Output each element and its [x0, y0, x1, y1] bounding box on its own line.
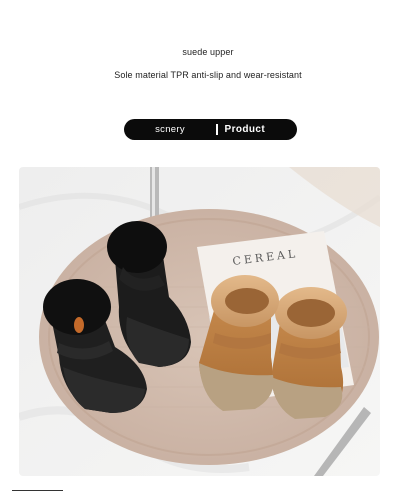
tab-scenery[interactable]: scnery — [124, 124, 216, 135]
section-tab-pill: scnery Product — [124, 119, 297, 140]
product-photo: CEREAL — [19, 167, 380, 476]
product-photo-illustration: CEREAL — [19, 167, 380, 476]
caption-material-upper: suede upper — [182, 47, 234, 57]
tab-product[interactable]: Product — [225, 124, 266, 135]
caption-sole-material: Sole material TPR anti-slip and wear-res… — [114, 70, 302, 80]
tab-separator — [216, 124, 218, 135]
footer-divider — [12, 490, 63, 491]
tan-boot-right — [271, 287, 347, 419]
